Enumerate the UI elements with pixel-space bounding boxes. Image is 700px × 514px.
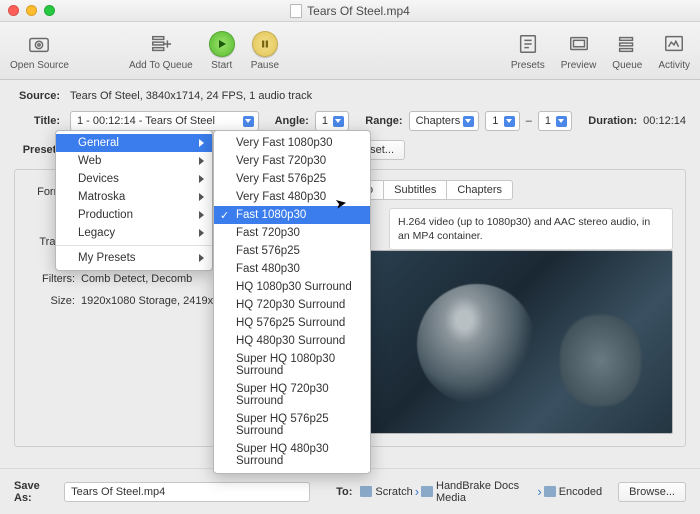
preset-item[interactable]: HQ 480p30 Surround [214,332,370,350]
presets-icon [514,31,542,57]
browse-button[interactable]: Browse... [618,482,686,502]
preset-category-item[interactable]: Web [56,152,212,170]
range-dash: – [526,115,532,127]
range-from-select[interactable]: 1 [485,111,519,131]
angle-select[interactable]: 1 [315,111,349,131]
start-button[interactable]: Start [209,31,235,71]
main-toolbar: Open Source Add To Queue Start Pause Pre… [0,22,700,80]
tab-chapters[interactable]: Chapters [446,180,513,200]
preset-item[interactable]: Very Fast 720p30 [214,152,370,170]
activity-icon [660,31,688,57]
angle-label: Angle: [275,115,309,127]
range-label: Range: [365,115,402,127]
preset-item[interactable]: Super HQ 480p30 Surround [214,440,370,470]
activity-button[interactable]: Activity [658,31,690,71]
start-label: Start [211,60,232,71]
add-to-queue-icon [147,31,175,57]
title-select[interactable]: 1 - 00:12:14 - Tears Of Steel [70,111,259,131]
play-icon [209,31,235,57]
queue-button[interactable]: Queue [612,31,642,71]
duration-value: 00:12:14 [643,115,686,127]
size-label: Size: [27,295,75,307]
range-from-value: 1 [492,115,498,127]
window-title-text: Tears Of Steel.mp4 [307,4,410,18]
preset-item[interactable]: Fast 480p30 [214,260,370,278]
presets-button[interactable]: Presets [511,31,545,71]
preset-item[interactable]: Very Fast 1080p30 [214,134,370,152]
my-presets-item[interactable]: My Presets [56,249,212,267]
tab-subtitles[interactable]: Subtitles [383,180,447,200]
queue-icon [613,31,641,57]
range-mode-select[interactable]: Chapters [409,111,480,131]
folder-icon [544,486,556,497]
preset-item[interactable]: HQ 1080p30 Surround [214,278,370,296]
cursor-icon: ➤ [334,194,349,213]
add-to-queue-button[interactable]: Add To Queue [129,31,193,71]
source-value: Tears Of Steel, 3840x1714, 24 FPS, 1 aud… [70,90,312,102]
open-source-icon [25,31,53,57]
range-mode-value: Chapters [416,115,461,127]
folder-icon [360,486,372,497]
pause-label: Pause [251,60,279,71]
preset-submenu[interactable]: Very Fast 1080p30Very Fast 720p30Very Fa… [213,130,371,474]
preset-item[interactable]: Super HQ 1080p30 Surround [214,350,370,380]
chevron-right-icon: › [415,484,419,499]
preset-category-item[interactable]: Matroska [56,188,212,206]
saveas-value: Tears Of Steel.mp4 [71,486,165,498]
queue-label: Queue [612,60,642,71]
window-titlebar: Tears Of Steel.mp4 [0,0,700,22]
footer-bar: Save As: Tears Of Steel.mp4 To: Scratch … [0,468,700,514]
zoom-window-button[interactable] [44,5,55,16]
preview-label: Preview [561,60,597,71]
folder-icon [421,486,433,497]
range-to-select[interactable]: 1 [538,111,572,131]
pause-icon [252,31,278,57]
open-source-button[interactable]: Open Source [10,31,69,71]
preset-category-item[interactable]: Legacy [56,224,212,242]
filters-label: Filters: [27,273,75,285]
source-label: Source: [14,90,60,102]
preset-item[interactable]: HQ 576p25 Surround [214,314,370,332]
saveas-label: Save As: [14,480,56,504]
dest-path[interactable]: Scratch › HandBrake Docs Media › Encoded [360,480,602,504]
dest-label: To: [336,486,352,498]
preview-button[interactable]: Preview [561,31,597,71]
title-value: 1 - 00:12:14 - Tears Of Steel [77,115,215,127]
preset-item[interactable]: Fast 576p25 [214,242,370,260]
range-to-value: 1 [545,115,551,127]
preset-item[interactable]: Super HQ 720p30 Surround [214,380,370,410]
preset-item[interactable]: Fast 720p30 [214,224,370,242]
window-title: Tears Of Steel.mp4 [0,4,700,18]
video-preview[interactable] [360,250,673,434]
angle-value: 1 [322,115,328,127]
preset-item[interactable]: HQ 720p30 Surround [214,296,370,314]
filters-value: Comb Detect, Decomb [81,273,192,285]
preview-icon [565,31,593,57]
preset-category-item[interactable]: Production [56,206,212,224]
minimize-window-button[interactable] [26,5,37,16]
title-label: Title: [14,115,60,127]
saveas-field[interactable]: Tears Of Steel.mp4 [64,482,310,502]
add-to-queue-label: Add To Queue [129,60,193,71]
preset-label: Preset: [14,144,60,156]
preset-description: H.264 video (up to 1080p30) and AAC ster… [389,208,673,250]
preset-item[interactable]: Super HQ 576p25 Surround [214,410,370,440]
duration-label: Duration: [588,115,637,127]
close-window-button[interactable] [8,5,19,16]
document-icon [290,4,302,18]
chevron-right-icon: › [537,484,541,499]
activity-label: Activity [658,60,690,71]
presets-label: Presets [511,60,545,71]
preset-category-menu[interactable]: GeneralWebDevicesMatroskaProductionLegac… [55,130,213,271]
preset-category-item[interactable]: Devices [56,170,212,188]
preset-item[interactable]: Very Fast 576p25 [214,170,370,188]
preset-category-item[interactable]: General [56,134,212,152]
pause-button[interactable]: Pause [251,31,279,71]
open-source-label: Open Source [10,60,69,71]
